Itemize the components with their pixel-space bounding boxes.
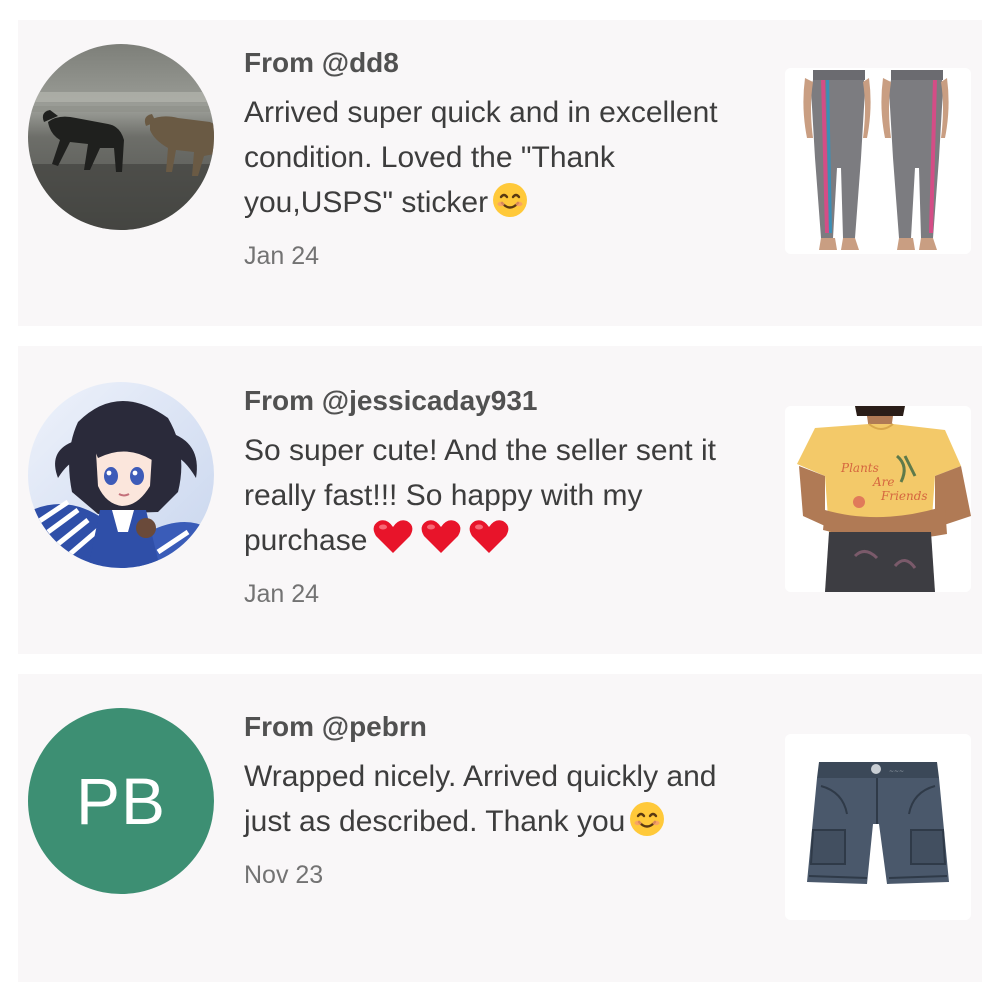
dogs-on-beach-photo: [28, 44, 214, 230]
review-body: From @jessicaday931 So super cute! And t…: [244, 382, 764, 611]
anime-girl-illustration: [28, 382, 214, 568]
reviewer-username[interactable]: From @pebrn: [244, 708, 764, 746]
review-message: So super cute! And the seller sent it re…: [244, 428, 734, 569]
review-body: From @dd8 Arrived super quick and in exc…: [244, 44, 764, 273]
review-card: PB From @pebrn Wrapped nicely. Arrived q…: [18, 674, 982, 982]
svg-text:Friends: Friends: [880, 489, 928, 503]
reviewer-username[interactable]: From @jessicaday931: [244, 382, 764, 420]
product-thumbnail[interactable]: Plants Are Friends: [785, 406, 971, 592]
reviewer-avatar[interactable]: PB: [28, 708, 214, 894]
product-thumbnail[interactable]: ~~~: [785, 734, 971, 920]
reviewer-avatar[interactable]: [28, 44, 214, 230]
review-message: Wrapped nicely. Arrived quickly and just…: [244, 754, 734, 850]
review-date: Jan 24: [244, 242, 320, 270]
product-thumbnail[interactable]: [785, 68, 971, 254]
svg-text:Plants: Plants: [840, 461, 879, 475]
svg-text:Are: Are: [872, 475, 895, 489]
navy-shorts-photo: ~~~: [785, 734, 971, 920]
review-date: Nov 23: [244, 861, 324, 889]
reviewer-username[interactable]: From @dd8: [244, 44, 764, 82]
review-message-text: Arrived super quick and in excellent con…: [244, 96, 718, 219]
review-message: Arrived super quick and in excellent con…: [244, 90, 734, 231]
review-card: From @jessicaday931 So super cute! And t…: [18, 346, 982, 654]
svg-text:~~~: ~~~: [889, 768, 904, 775]
review-date: Jan 24: [244, 580, 320, 608]
smiling-face-icon: [492, 182, 528, 231]
yellow-tee-photo: Plants Are Friends: [785, 406, 971, 592]
avatar-initials: PB: [75, 764, 167, 838]
review-body: From @pebrn Wrapped nicely. Arrived quic…: [244, 708, 764, 892]
smiling-face-icon: [629, 801, 665, 850]
reviews-list: From @dd8 Arrived super quick and in exc…: [0, 0, 1000, 1000]
reviewer-avatar[interactable]: [28, 382, 214, 568]
three-red-hearts-icon: [371, 518, 511, 569]
striped-leggings-photo: [785, 68, 971, 254]
review-card: From @dd8 Arrived super quick and in exc…: [18, 20, 982, 326]
